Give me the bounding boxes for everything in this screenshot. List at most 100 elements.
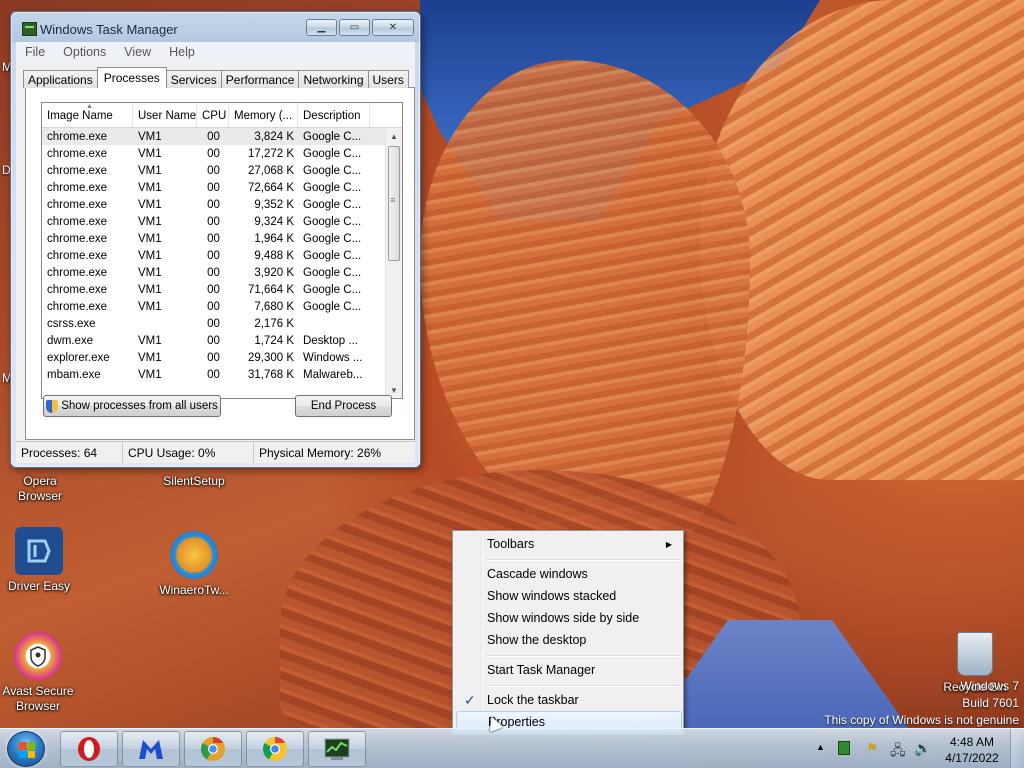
scroll-up-icon[interactable]: ▲ [386,128,402,145]
scroll-thumb[interactable] [388,146,400,261]
cell-description: Google C... [303,147,362,160]
close-button[interactable]: ✕ [372,19,414,36]
process-row[interactable]: chrome.exe VM1 00 17,272 K Google C... [42,145,386,162]
process-row[interactable]: chrome.exe VM1 00 9,324 K Google C... [42,213,386,230]
menu-item-toolbars[interactable]: Toolbars ▶ [456,533,682,555]
status-cpu-usage: CPU Usage: 0% [123,442,254,463]
tab-strip: Applications Processes Services Performa… [23,67,409,88]
end-process-button[interactable]: End Process [295,395,392,417]
desktop-icon-avast-browser[interactable]: Avast Secure Browser [0,632,78,714]
show-desktop-button[interactable] [1010,729,1024,768]
process-list[interactable]: ▲ Image Name User Name CPU Memory (... De… [41,102,403,399]
process-row[interactable]: dwm.exe VM1 00 1,724 K Desktop ... [42,332,386,349]
tab-users[interactable]: Users [367,70,409,88]
process-row[interactable]: chrome.exe VM1 00 71,664 K Google C... [42,281,386,298]
cell-user-name: VM1 [138,215,162,228]
process-row[interactable]: chrome.exe VM1 00 1,964 K Google C... [42,230,386,247]
clock-time: 4:48 AM [949,735,995,749]
column-memory[interactable]: Memory (... [229,103,298,127]
taskbar-opera-button[interactable] [60,731,118,767]
menu-file[interactable]: File [16,45,54,59]
winaero-icon [170,531,218,579]
maximize-icon: ▭ [349,22,360,33]
process-row[interactable]: chrome.exe VM1 00 27,068 K Google C... [42,162,386,179]
status-bar: Processes: 64 CPU Usage: 0% Physical Mem… [16,441,415,463]
cell-image-name: chrome.exe [47,266,108,279]
cell-user-name: VM1 [138,266,162,279]
menu-view[interactable]: View [115,45,160,59]
menu-help[interactable]: Help [160,45,204,59]
menu-item-cascade-windows[interactable]: Cascade windows [456,563,682,585]
volume-icon[interactable]: 🔊 [914,740,931,757]
column-description[interactable]: Description [298,103,370,127]
cell-image-name: chrome.exe [47,181,108,194]
process-row[interactable]: explorer.exe VM1 00 29,300 K Windows ... [42,349,386,366]
action-center-flag-icon[interactable]: ⚑ [866,740,879,757]
taskbar-malwarebytes-button[interactable] [122,731,180,767]
process-row[interactable]: chrome.exe VM1 00 72,664 K Google C... [42,179,386,196]
cell-image-name: explorer.exe [47,351,110,364]
cell-user-name: VM1 [138,164,162,177]
maximize-button[interactable]: ▭ [339,19,370,36]
desktop-icon-label: Avast Secure [2,684,74,698]
cell-cpu: 00 [207,300,220,313]
tab-processes[interactable]: Processes [96,67,167,88]
malwarebytes-icon [139,740,163,759]
taskbar[interactable]: ▲ ⚑ 🖧 🔊 4:48 AM 4/17/2022 [0,728,1024,768]
desktop-icon-label: Driver Easy [7,579,70,593]
show-hidden-icons-icon[interactable]: ▲ [816,742,825,752]
desktop-icon-silentsetup[interactable]: SilentSetup [154,474,234,489]
task-manager-window[interactable]: Windows Task Manager ▁ ▭ ✕ File Options … [10,11,421,468]
cell-memory: 1,724 K [254,334,294,347]
clock-date: 4/17/2022 [945,751,999,765]
tray-app-icon[interactable] [838,741,850,755]
clock[interactable]: 4:48 AM 4/17/2022 [943,734,1001,766]
menu-options[interactable]: Options [54,45,115,59]
menu-item-show-windows-stacked[interactable]: Show windows stacked [456,585,682,607]
process-row[interactable]: chrome.exe VM1 00 3,824 K Google C... [42,128,386,145]
show-all-processes-button[interactable]: Show processes from all users [43,395,221,417]
cell-memory: 7,680 K [254,300,294,313]
process-row[interactable]: chrome.exe VM1 00 3,920 K Google C... [42,264,386,281]
cell-cpu: 00 [207,249,220,262]
column-user-name[interactable]: User Name [133,103,197,127]
cell-user-name: VM1 [138,147,162,160]
vertical-scrollbar[interactable]: ▲ ▼ [385,128,402,398]
menu-item-show-windows-side-by-side[interactable]: Show windows side by side [456,607,682,629]
chrome-canary-icon [200,737,225,761]
desktop-icon-driver-easy[interactable]: Driver Easy [0,527,79,594]
process-row[interactable]: chrome.exe VM1 00 9,488 K Google C... [42,247,386,264]
not-genuine-watermark: This copy of Windows is not genuine [824,713,1019,727]
desktop-icon-winaero[interactable]: WinaeroTw... [154,531,234,598]
desktop-icon-opera[interactable]: Opera Browser [0,474,80,504]
tab-services[interactable]: Services [165,70,222,88]
menu-item-show-desktop[interactable]: Show the desktop [456,629,682,651]
minimize-button[interactable]: ▁ [306,19,337,36]
cell-cpu: 00 [207,283,220,296]
process-row[interactable]: chrome.exe VM1 00 7,680 K Google C... [42,298,386,315]
taskbar-task-manager-button[interactable] [308,731,366,767]
start-button[interactable] [7,731,45,767]
taskbar-chrome-button[interactable] [246,731,304,767]
tab-networking[interactable]: Networking [298,70,369,88]
menu-item-start-task-manager[interactable]: Start Task Manager [456,659,682,681]
cell-description: Google C... [303,181,362,194]
cell-cpu: 00 [207,317,220,330]
show-all-processes-label: Show processes from all users [61,400,218,412]
cell-cpu: 00 [207,147,220,160]
process-row[interactable]: mbam.exe VM1 00 31,768 K Malwareb... [42,366,386,383]
taskbar-chrome-canary-button[interactable] [184,731,242,767]
tab-applications[interactable]: Applications [23,70,98,88]
process-row[interactable]: csrss.exe 00 2,176 K [42,315,386,332]
desktop-icon-label: Opera [23,474,57,488]
cell-cpu: 00 [207,164,220,177]
process-row[interactable]: chrome.exe VM1 00 9,352 K Google C... [42,196,386,213]
cell-cpu: 00 [207,198,220,211]
tab-performance[interactable]: Performance [220,70,300,88]
menu-item-lock-taskbar[interactable]: ✓ Lock the taskbar [456,689,682,711]
cell-description: Google C... [303,198,362,211]
column-image-name[interactable]: ▲ Image Name [42,103,133,127]
column-cpu[interactable]: CPU [197,103,229,127]
network-icon[interactable]: 🖧 [890,740,906,764]
cell-image-name: chrome.exe [47,249,108,262]
